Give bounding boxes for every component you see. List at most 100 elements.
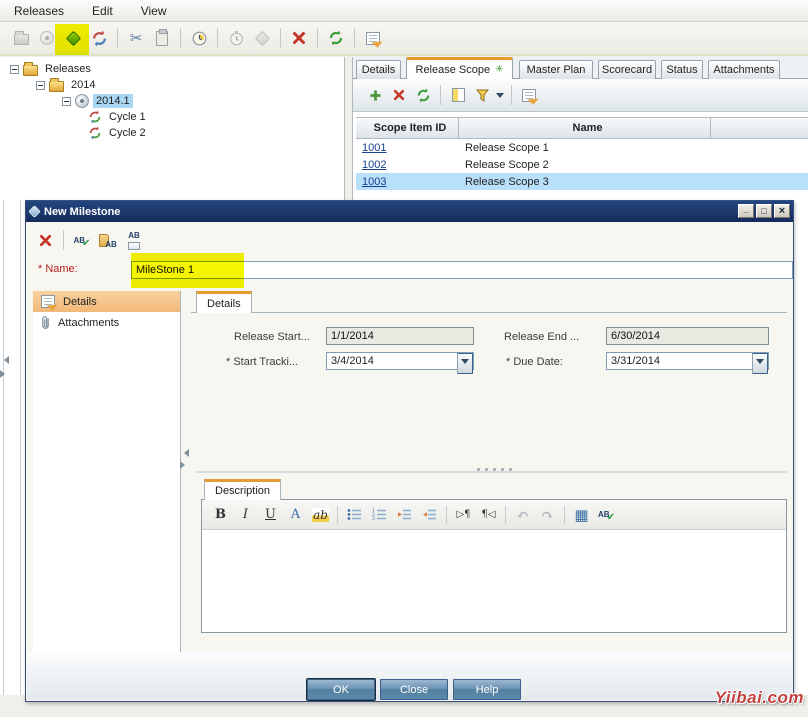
tab-attachments[interactable]: Attachments — [708, 60, 780, 79]
editor-spell-check-button[interactable]: AB ✔ — [594, 504, 619, 526]
collapse-expander-icon[interactable] — [62, 97, 71, 106]
underline-button[interactable]: U — [258, 504, 283, 526]
new-milestone-button[interactable] — [60, 25, 86, 51]
cycle-icon — [88, 126, 102, 140]
table-row-selected[interactable]: 1003 Release Scope 3 — [356, 173, 808, 190]
send-by-email-button[interactable] — [360, 25, 386, 51]
thesaurus-button[interactable]: AB — [95, 228, 121, 252]
right-to-left-button[interactable]: ¶◁ — [476, 504, 501, 526]
font-color-button[interactable]: A — [283, 504, 308, 526]
main-toolbar: ✂ — [0, 22, 808, 56]
close-button-footer[interactable]: Close — [380, 679, 448, 700]
undo-button[interactable]: ↶ — [510, 504, 535, 526]
tree-item-cycle-1[interactable]: Cycle 1 — [0, 109, 344, 125]
scope-item-id-link[interactable]: 1003 — [362, 176, 386, 188]
paste-button[interactable] — [149, 25, 175, 51]
tree-item-cycle-2[interactable]: Cycle 2 — [0, 125, 344, 141]
refresh-button[interactable] — [323, 25, 349, 51]
new-cycle-button[interactable] — [86, 25, 112, 51]
scope-item-id-link[interactable]: 1001 — [362, 142, 386, 154]
tab-description[interactable]: Description — [204, 479, 281, 500]
timeline-button[interactable] — [186, 25, 212, 51]
scope-memo-button[interactable] — [517, 83, 541, 107]
stopwatch-button[interactable] — [223, 25, 249, 51]
table-row[interactable]: 1001 Release Scope 1 — [356, 139, 808, 156]
tab-strip-line — [191, 312, 787, 313]
refresh-scope-button[interactable] — [411, 83, 435, 107]
red-x-icon — [393, 89, 405, 101]
tab-scorecard[interactable]: Scorecard — [598, 60, 656, 79]
tree-item-releases[interactable]: Releases — [0, 61, 344, 77]
outdent-button[interactable] — [417, 504, 442, 526]
italic-button[interactable]: I — [233, 504, 258, 526]
tree-item-2014[interactable]: 2014 — [0, 77, 344, 93]
filter-dropdown-button[interactable] — [494, 83, 506, 107]
bold-button[interactable]: B — [208, 504, 233, 526]
delete-scope-item-button[interactable] — [387, 83, 411, 107]
dialog-splitter-handle[interactable] — [181, 449, 188, 475]
numbered-list-button[interactable]: 1 2 3 — [367, 504, 392, 526]
insert-table-button[interactable]: ▦ — [569, 504, 594, 526]
spelling-options-button[interactable]: AB — [121, 228, 147, 252]
dialog-title-bar[interactable]: New Milestone — [26, 201, 793, 222]
release-disc-icon — [40, 31, 54, 45]
tab-status[interactable]: Status — [661, 60, 703, 79]
ltr-pilcrow-icon: ▷¶ — [456, 509, 470, 520]
menu-releases[interactable]: Releases — [0, 2, 78, 20]
horizontal-splitter[interactable] — [196, 471, 787, 473]
clear-all-fields-button[interactable] — [32, 228, 58, 252]
select-columns-button[interactable] — [446, 83, 470, 107]
table-row[interactable]: 1002 Release Scope 2 — [356, 156, 808, 173]
close-button[interactable]: × — [774, 204, 790, 218]
menu-view[interactable]: View — [127, 2, 181, 20]
set-filter-button[interactable] — [470, 83, 494, 107]
new-release-button[interactable] — [34, 25, 60, 51]
check-spelling-button[interactable]: AB ✔ — [69, 228, 95, 252]
red-x-icon — [39, 234, 52, 247]
maximize-button[interactable]: □ — [756, 204, 772, 218]
collapse-expander-icon[interactable] — [10, 65, 19, 74]
milestone-name-input[interactable] — [131, 261, 793, 279]
redo-button[interactable]: ↷ — [535, 504, 560, 526]
splitter-dots[interactable] — [477, 468, 512, 471]
tab-details-content[interactable]: Details — [196, 291, 252, 313]
indent-button[interactable] — [392, 504, 417, 526]
start-tracking-combo[interactable]: 3/4/2014 — [326, 352, 474, 370]
memo-icon — [522, 89, 536, 102]
button-label: OK — [333, 684, 349, 696]
outdent-icon — [422, 508, 437, 521]
sidebar-item-attachments[interactable]: Attachments — [33, 312, 180, 333]
menu-edit[interactable]: Edit — [78, 2, 127, 20]
scope-item-id-link[interactable]: 1002 — [362, 159, 386, 171]
tab-label: Release Scope — [416, 64, 491, 76]
new-folder-button[interactable] — [8, 25, 34, 51]
help-button[interactable]: Help — [453, 679, 521, 700]
column-header-name[interactable]: Name — [459, 118, 711, 138]
left-to-right-button[interactable]: ▷¶ — [451, 504, 476, 526]
due-date-dropdown-button[interactable] — [752, 353, 768, 374]
collapse-expander-icon[interactable] — [36, 81, 45, 90]
due-date-combo[interactable]: 3/31/2014 — [606, 352, 769, 370]
highlight-button[interactable]: ab — [308, 504, 333, 526]
bullet-list-button[interactable] — [342, 504, 367, 526]
tab-master-plan[interactable]: Master Plan — [519, 60, 593, 79]
tree-item-2014-1[interactable]: 2014.1 — [0, 93, 344, 109]
tab-release-scope[interactable]: Release Scope ✳ — [406, 57, 513, 79]
column-header-empty[interactable] — [711, 118, 808, 138]
folder-icon — [23, 65, 38, 76]
delete-button[interactable] — [286, 25, 312, 51]
tab-details[interactable]: Details — [356, 60, 401, 79]
column-header-scope-item-id[interactable]: Scope Item ID — [356, 118, 459, 138]
start-tracking-dropdown-button[interactable] — [457, 353, 473, 374]
milestone-diamond-icon — [28, 205, 41, 218]
milestone-disabled-button[interactable] — [249, 25, 275, 51]
ok-button[interactable]: OK — [307, 679, 375, 700]
minimize-button[interactable]: _ — [738, 204, 754, 218]
memo-icon — [366, 32, 380, 45]
toolbar-separator — [446, 506, 447, 524]
description-editor[interactable] — [202, 530, 786, 632]
add-scope-item-button[interactable] — [363, 83, 387, 107]
cut-button[interactable]: ✂ — [123, 25, 149, 51]
sidebar-collapse-handle[interactable] — [0, 356, 8, 390]
sidebar-item-details[interactable]: Details — [33, 291, 180, 312]
